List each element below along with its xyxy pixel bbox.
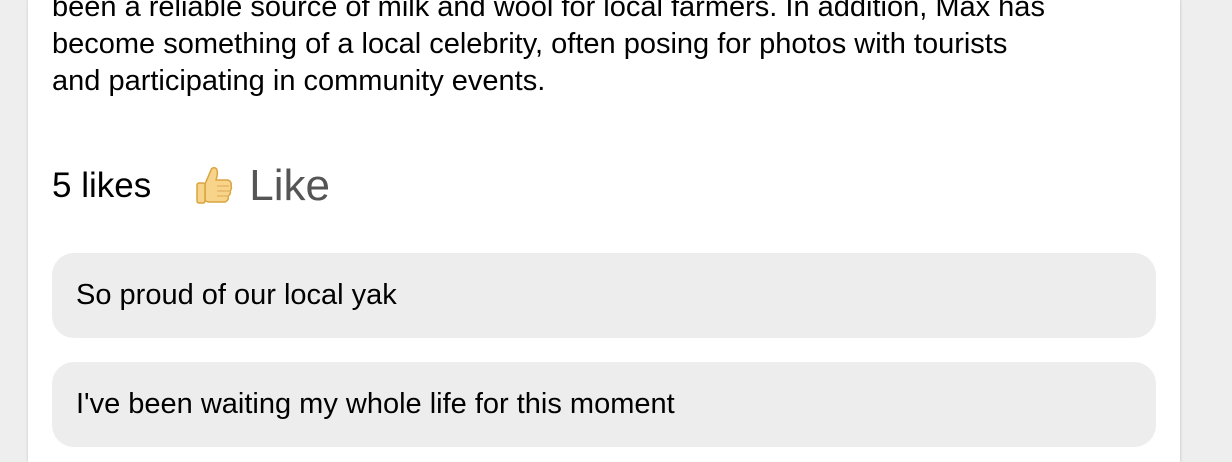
likes-row: 5 likes Like bbox=[52, 158, 330, 214]
likes-count: 5 likes bbox=[52, 166, 152, 205]
comment-text: So proud of our local yak bbox=[76, 279, 397, 311]
like-button-label: Like bbox=[249, 161, 330, 210]
comment-text: I've been waiting my whole life for this… bbox=[76, 388, 675, 420]
post-body-text: been a reliable source of milk and wool … bbox=[52, 0, 1162, 100]
post-body-line: been a reliable source of milk and wool … bbox=[52, 0, 1045, 23]
post-body-line: become something of a local celebrity, o… bbox=[52, 28, 1008, 60]
post-card: been a reliable source of milk and wool … bbox=[28, 0, 1180, 462]
post-body-line: and participating in community events. bbox=[52, 65, 546, 97]
comment-item: So proud of our local yak bbox=[52, 253, 1156, 338]
like-button[interactable]: Like bbox=[191, 158, 330, 214]
comment-item: I've been waiting my whole life for this… bbox=[52, 362, 1156, 447]
thumbs-up-icon bbox=[191, 162, 239, 210]
